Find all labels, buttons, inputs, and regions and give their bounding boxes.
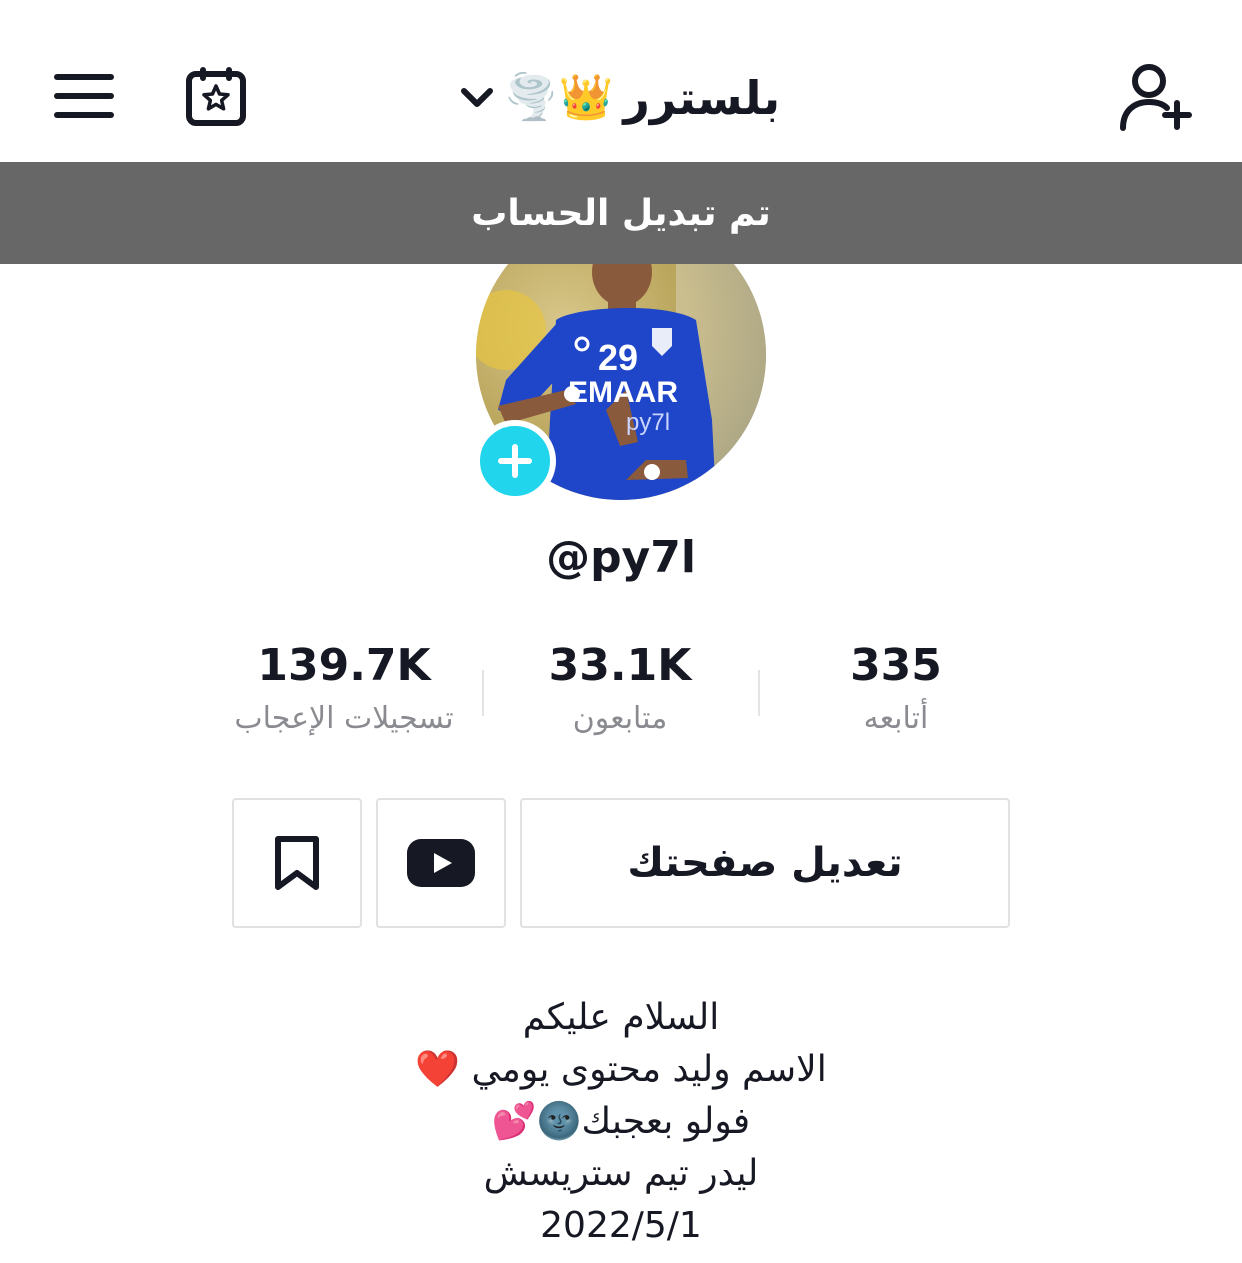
bio-line: ليدر تيم ستريسش xyxy=(483,1153,759,1194)
jersey-number: 29 xyxy=(598,337,638,378)
followers-label: متابعون xyxy=(572,701,668,736)
bio-line: السلام عليكم xyxy=(522,997,720,1038)
bookmark-icon xyxy=(275,836,319,890)
menu-icon xyxy=(54,74,114,118)
likes-label: تسجيلات الإعجاب xyxy=(234,701,454,736)
add-user-button[interactable] xyxy=(1114,56,1200,138)
account-switched-toast: تم تبديل الحساب xyxy=(0,162,1242,264)
jersey-sponsor: EMAAR xyxy=(568,376,678,409)
avatar-watermark: py7l xyxy=(626,409,670,436)
add-avatar-button[interactable] xyxy=(474,420,556,502)
profile-bio: السلام عليكم الاسم وليد محتوى يومي ❤️ فو… xyxy=(0,992,1242,1252)
bio-date: 2022/5/1 xyxy=(540,1205,702,1246)
likes-count: 139.7K xyxy=(257,640,431,691)
toast-text: تم تبديل الحساب xyxy=(471,192,771,234)
username: @py7l xyxy=(546,532,696,583)
youtube-button[interactable] xyxy=(376,798,506,928)
account-switcher[interactable]: 🌪️👑 بلسترر xyxy=(440,62,800,134)
edit-profile-button[interactable]: تعديل صفحتك xyxy=(520,798,1010,928)
chevron-down-icon xyxy=(460,88,493,107)
stat-likes[interactable]: 139.7K تسجيلات الإعجاب xyxy=(194,640,494,736)
stat-following[interactable]: 335 أتابعه xyxy=(746,640,1046,736)
add-user-icon xyxy=(1120,64,1192,131)
top-bar: 🌪️👑 بلسترر xyxy=(0,0,1242,162)
followers-count: 33.1K xyxy=(548,640,692,691)
bio-line: الاسم وليد محتوى يومي ❤️ xyxy=(415,1049,827,1090)
youtube-icon xyxy=(407,839,475,887)
plus-icon xyxy=(498,444,532,478)
account-title: بلسترر xyxy=(623,71,781,125)
following-count: 335 xyxy=(850,640,942,691)
menu-button[interactable] xyxy=(48,60,120,132)
bio-line: فولو بعجبك🌚💕 xyxy=(491,1101,751,1142)
bookmark-button[interactable] xyxy=(232,798,362,928)
calendar-button[interactable] xyxy=(178,58,254,134)
calendar-star-icon xyxy=(186,67,246,126)
stat-followers[interactable]: 33.1K متابعون xyxy=(470,640,770,736)
following-label: أتابعه xyxy=(863,701,929,736)
title-emojis: 🌪️👑 xyxy=(503,72,614,123)
